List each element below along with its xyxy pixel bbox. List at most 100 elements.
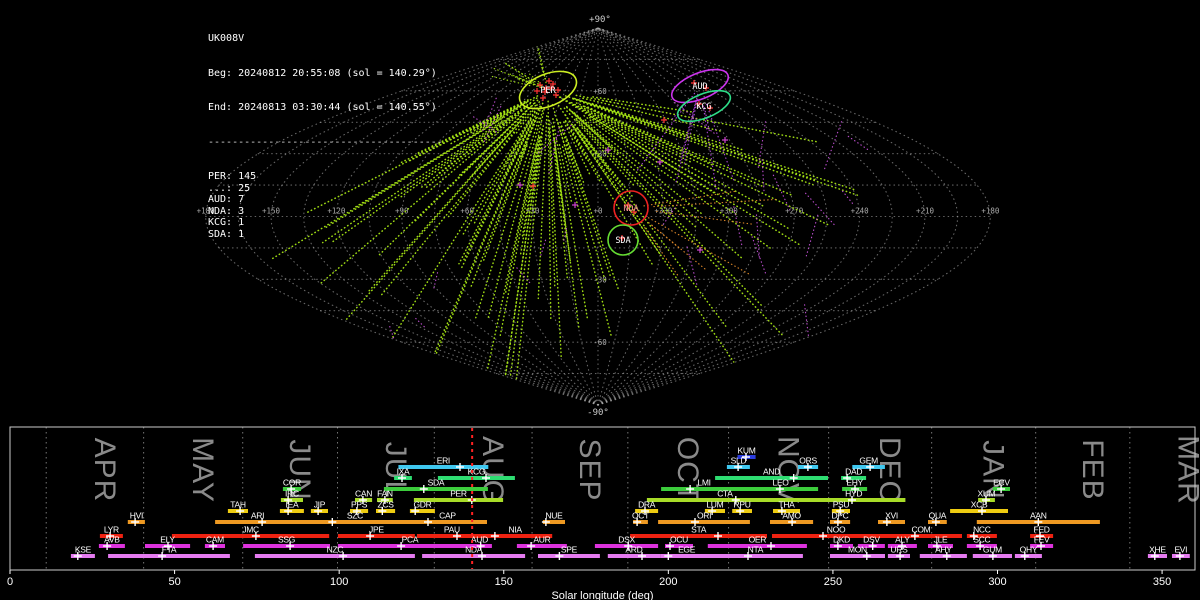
shower-label-NIA: NIA <box>508 525 522 535</box>
meteor-marker <box>661 117 667 123</box>
shower-label-OCT: OCT <box>632 511 649 521</box>
month-label-FEB: FEB <box>1076 439 1109 500</box>
shower-label-ERI: ERI <box>437 456 450 466</box>
shower-peak-marker-STA <box>714 532 722 540</box>
shower-bar-SDA <box>384 487 488 491</box>
dec-label: +60 <box>593 87 607 96</box>
shower-bar-NDA <box>422 554 525 558</box>
shower-label-SZC: SZC <box>347 511 363 521</box>
meteor-trail <box>574 126 660 247</box>
meteor-trail <box>509 144 542 447</box>
count-line-NDA: NDA: 3 <box>208 206 443 218</box>
shower-label-QUA: QUA <box>929 511 947 521</box>
shower-label-CAM: CAM <box>206 535 224 545</box>
meteor-trail <box>506 64 532 80</box>
shower-bar-SPE <box>538 554 600 558</box>
shower-label-KCG: KCG <box>468 467 486 477</box>
shower-label-SCC: SCC <box>973 535 990 545</box>
shower-label-CTA: CTA <box>717 489 733 499</box>
shower-label-JIP: JIP <box>314 500 326 510</box>
radiant-label-PER: PER <box>540 86 556 96</box>
shower-label-AUR: AUR <box>533 535 550 545</box>
meteor-marker <box>722 137 728 143</box>
radiant-map-app: { "header": { "station": "UK008V", "beg_… <box>0 0 1200 600</box>
shower-label-OHY: OHY <box>1020 545 1038 555</box>
shower-label-CAP: CAP <box>439 511 456 521</box>
shower-label-XCB: XCB <box>971 500 988 510</box>
station-id: UK008V <box>208 33 443 45</box>
meteor-trail <box>649 218 752 275</box>
shower-label-FEV: FEV <box>1034 535 1050 545</box>
axis-tick-label-150: 150 <box>495 576 513 588</box>
shower-activity-timeline: APRMAYJUNJULAUGSEPOCTNOVDECJANFEBMARKUME… <box>7 427 1200 600</box>
shower-label-RPU: RPU <box>734 500 751 510</box>
meteor-trail <box>538 116 547 299</box>
shower-label-IXA: IXA <box>397 467 410 477</box>
meridian-105 <box>598 28 827 405</box>
meteor-trail <box>806 215 817 256</box>
shower-label-ORI: ORI <box>697 511 711 521</box>
meteor-trail <box>762 160 764 193</box>
meteor-trail <box>590 118 737 215</box>
separator-dashes: --------------------------------------- <box>208 137 443 149</box>
meteor-trail <box>572 130 654 266</box>
axis-tick-label-50: 50 <box>168 576 180 588</box>
ra-label: +210 <box>916 207 935 216</box>
shower-label-NDA: NDA <box>465 545 483 555</box>
month-label-SEP: SEP <box>573 438 606 501</box>
axis-tick-label-200: 200 <box>659 576 677 588</box>
shower-label-CAN: CAN <box>355 489 372 499</box>
shower-bar-PCA <box>338 544 482 548</box>
shower-label-COR: COR <box>283 478 301 488</box>
radiant-label-AUD: AUD <box>692 82 707 92</box>
shower-label-JLE: JLE <box>934 535 948 545</box>
shower-bar-ARI <box>215 520 300 524</box>
shower-label-THA: THA <box>778 500 795 510</box>
shower-label-NUE: NUE <box>545 511 563 521</box>
shower-label-FTA: FTA <box>162 545 177 555</box>
shower-label-TAH: TAH <box>230 500 246 510</box>
shower-bar-NTA <box>708 554 803 558</box>
radiant-label-KCG: KCG <box>696 102 711 112</box>
ra-label: +0 <box>593 207 603 216</box>
info-panel: UK008V Beg: 20240812 20:55:08 (sol = 140… <box>208 10 443 252</box>
shower-peak-marker-NOO <box>819 532 827 540</box>
shower-label-AHY: AHY <box>935 545 952 555</box>
shower-label-GEM: GEM <box>859 456 878 466</box>
meteor-trail <box>564 108 633 185</box>
shower-label-NZC: NZC <box>327 545 344 555</box>
shower-bar-LMI <box>661 487 747 491</box>
shower-label-LUM: LUM <box>706 500 723 510</box>
shower-label-SPE: SPE <box>561 545 578 555</box>
shower-label-OCU: OCU <box>670 535 688 545</box>
shower-label-SDA: SDA <box>428 478 445 488</box>
shower-bar-JMC <box>172 534 329 538</box>
shower-label-LYR: LYR <box>104 525 119 535</box>
nda-trails <box>644 191 777 276</box>
shower-bar-ARD <box>608 554 660 558</box>
shower-bars: KUMERISLDORSGEMIXAKCGANDDADCORSDALMILEOE… <box>71 446 1190 561</box>
meteor-marker <box>546 78 552 84</box>
shower-label-JPE: JPE <box>369 525 384 535</box>
shower-label-SSG: SSG <box>278 535 295 545</box>
meteor-trail <box>553 119 588 321</box>
ra-label: +180 <box>981 207 1000 216</box>
count-line-KCG: KCG: 1 <box>208 217 443 229</box>
shower-bar-NZC <box>255 554 415 558</box>
shower-label-AUD: AUD <box>471 535 488 545</box>
shower-label-NOO: NOO <box>827 525 846 535</box>
shower-label-PER: PER <box>450 489 467 499</box>
meteor-trail <box>517 268 531 284</box>
obs-begin-line: Beg: 20240812 20:55:08 (sol = 140.29°) <box>208 68 443 80</box>
axis-tick-label-350: 350 <box>1153 576 1171 588</box>
shower-bar-AVB <box>99 544 125 548</box>
month-label-OCT: OCT <box>671 437 704 503</box>
radiant-label-SDA: SDA <box>615 236 630 246</box>
shower-label-PSU: PSU <box>833 500 850 510</box>
shower-bar-XVI <box>878 520 905 524</box>
count-line-SDA: SDA: 1 <box>208 229 443 241</box>
shower-peak-marker-EGE <box>664 552 672 560</box>
shower-peak-marker-SZC <box>328 518 336 526</box>
shower-bar-COM <box>880 534 962 538</box>
shower-label-DSV: DSV <box>863 535 880 545</box>
